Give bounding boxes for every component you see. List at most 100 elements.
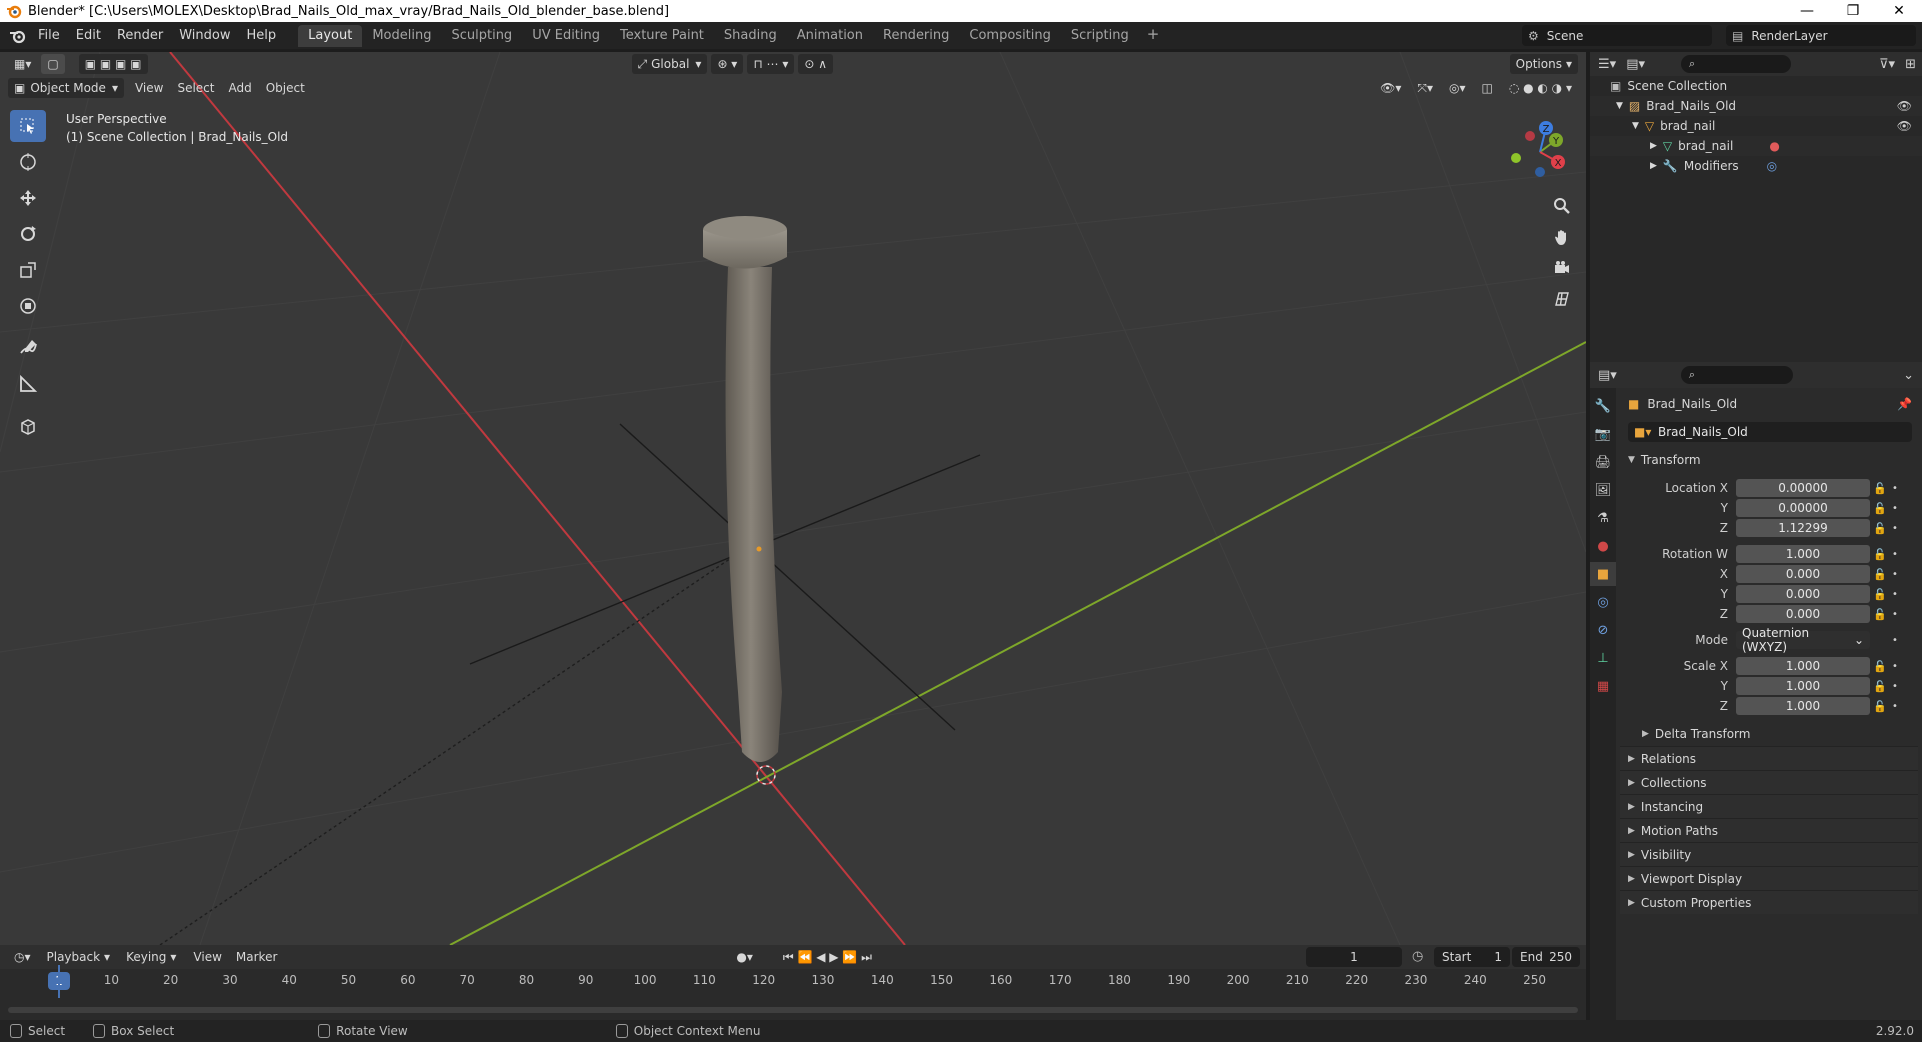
menu-object[interactable]: Object [259, 81, 312, 95]
pivot-point-dropdown[interactable]: ⊛ ▾ [711, 54, 744, 74]
lock-icon[interactable]: 🔓 [1870, 568, 1890, 581]
outliner-scene-collection[interactable]: ▣ Scene Collection [1590, 76, 1922, 96]
expand-arrow-icon[interactable]: ▼ [1632, 121, 1639, 131]
restore-button[interactable]: ❐ [1830, 0, 1876, 22]
selection-mode-icons[interactable]: ▣ ▣ ▣ ▣ [78, 54, 148, 74]
timeline-editor-type-icon[interactable]: ◷▾ [8, 947, 37, 967]
pan-hand-icon[interactable] [1548, 223, 1576, 251]
menu-add[interactable]: Add [221, 81, 258, 95]
properties-search-input[interactable]: ⌕ [1680, 366, 1793, 384]
relations-panel-header[interactable]: ▶ Relations [1620, 746, 1918, 770]
new-collection-icon[interactable]: ⊞ [1905, 57, 1916, 72]
menu-render[interactable]: Render [109, 25, 171, 47]
lock-icon[interactable]: 🔓 [1870, 588, 1890, 601]
lock-icon[interactable]: 🔓 [1870, 608, 1890, 621]
display-mode-icon[interactable]: ▤▾ [1626, 57, 1645, 72]
lock-icon[interactable]: 🔓 [1870, 522, 1890, 535]
object-data-tab-icon[interactable]: ⊥ [1590, 646, 1616, 670]
tab-texture-paint[interactable]: Texture Paint [610, 25, 714, 47]
zoom-icon[interactable] [1548, 192, 1576, 220]
outliner-editor-type-icon[interactable]: ☰▾ [1598, 57, 1616, 72]
annotate-tool-icon[interactable] [10, 332, 46, 364]
minimize-button[interactable]: — [1784, 0, 1830, 22]
modifier-tab-icon[interactable]: ◎ [1590, 590, 1616, 614]
view-layer-tab-icon[interactable]: 🖼 [1590, 478, 1616, 502]
options-dropdown[interactable]: Options ▾ [1509, 54, 1578, 74]
rotate-tool-icon[interactable] [10, 218, 46, 250]
constraints-tab-icon[interactable]: ⊘ [1590, 618, 1616, 642]
select-tool-icon[interactable]: ▢ [41, 54, 65, 74]
properties-editor-type-icon[interactable]: ▤▾ [1598, 368, 1617, 383]
visibility-panel-header[interactable]: ▶ Visibility [1620, 842, 1918, 866]
location-z-field[interactable]: 1.12299 [1736, 519, 1870, 537]
outliner-row-mesh-data[interactable]: ▶ ▽ brad_nail ● [1590, 136, 1922, 156]
expand-arrow-icon[interactable]: ▼ [1616, 101, 1623, 111]
output-tab-icon[interactable]: 🖨 [1590, 450, 1616, 474]
location-x-field[interactable]: 0.00000 [1736, 479, 1870, 497]
collections-panel-header[interactable]: ▶ Collections [1620, 770, 1918, 794]
outliner-search-input[interactable]: ⌕ [1681, 55, 1791, 73]
custom-properties-panel-header[interactable]: ▶ Custom Properties [1620, 890, 1918, 914]
add-cube-tool-icon[interactable] [10, 410, 46, 442]
texture-tab-icon[interactable]: ▦ [1590, 674, 1616, 698]
tab-modeling[interactable]: Modeling [362, 25, 441, 47]
eye-icon[interactable]: 👁 [1897, 119, 1912, 133]
keyframe-dot-icon[interactable]: • [1890, 661, 1900, 672]
gizmo-toggle-icon[interactable]: ⤧▾ [1411, 78, 1439, 98]
outliner[interactable]: ☰▾ ▤▾ ⌕ ⊽▾ ⊞ ▣ Scene Collection ▼ ▨ Brad… [1590, 52, 1922, 362]
lock-icon[interactable]: 🔓 [1870, 548, 1890, 561]
playback-controls[interactable]: ⏮ ⏪ ◀ ▶ ⏩ ⏭ [777, 947, 878, 967]
rotation-mode-dropdown[interactable]: Quaternion (WXYZ) ⌄ [1736, 626, 1870, 654]
outliner-row-collection[interactable]: ▼ ▨ Brad_Nails_Old 👁 [1590, 96, 1922, 116]
view-layer-selector[interactable]: ▤ RenderLayer [1726, 25, 1916, 46]
add-workspace-button[interactable]: + [1139, 25, 1168, 47]
tool-tab-icon[interactable]: 🔧 [1590, 394, 1616, 418]
transform-panel-header[interactable]: ▼ Transform [1620, 448, 1918, 472]
close-button[interactable]: ✕ [1876, 0, 1922, 22]
timeline-editor[interactable]: ◷▾ Playback ▾ Keying ▾ View Marker ●▾ ⏮ ⏪ … [0, 945, 1586, 1020]
keyframe-dot-icon[interactable]: • [1890, 609, 1900, 620]
shading-mode-icons[interactable]: ◌ ● ◐ ◑ ▾ [1503, 78, 1578, 98]
menu-edit[interactable]: Edit [68, 25, 109, 47]
transform-tool-icon[interactable] [10, 290, 46, 322]
chevron-down-icon[interactable]: ⌄ [1903, 368, 1914, 383]
move-tool-icon[interactable] [10, 182, 46, 214]
lock-icon[interactable]: 🔓 [1870, 502, 1890, 515]
location-y-field[interactable]: 0.00000 [1736, 499, 1870, 517]
current-frame-field[interactable]: 1 [1306, 947, 1402, 967]
instancing-panel-header[interactable]: ▶ Instancing [1620, 794, 1918, 818]
menu-file[interactable]: File [30, 25, 68, 47]
properties-editor[interactable]: ▤▾ ⌕ ⌄ 🔧 📷 🖨 🖼 ⚗ ● ■ ◎ ⊘ ⊥ ▦ ■ Brad_Nail… [1590, 362, 1922, 1020]
keyframe-dot-icon[interactable]: • [1890, 569, 1900, 580]
timeline-scrollbar[interactable] [8, 1007, 1578, 1013]
rotation-w-field[interactable]: 1.000 [1736, 545, 1870, 563]
eye-icon[interactable]: 👁 [1897, 99, 1912, 113]
tab-animation[interactable]: Animation [787, 25, 873, 47]
mode-dropdown[interactable]: ▣ Object Mode ▾ [8, 78, 124, 98]
tab-layout[interactable]: Layout [298, 24, 363, 47]
tab-scripting[interactable]: Scripting [1061, 25, 1139, 47]
rotation-x-field[interactable]: 0.000 [1736, 565, 1870, 583]
measure-tool-icon[interactable] [10, 368, 46, 400]
timeline-marker-menu[interactable]: Marker [229, 950, 284, 964]
keying-menu[interactable]: Keying ▾ [120, 947, 182, 967]
stopwatch-icon[interactable]: ◷ [1412, 949, 1423, 964]
object-name-field[interactable]: ■▾ Brad_Nails_Old [1628, 422, 1912, 442]
keyframe-dot-icon[interactable]: • [1890, 503, 1900, 514]
keyframe-dot-icon[interactable]: • [1890, 701, 1900, 712]
cursor-tool-icon[interactable] [10, 146, 46, 178]
scale-y-field[interactable]: 1.000 [1736, 677, 1870, 695]
menu-select[interactable]: Select [170, 81, 221, 95]
menu-view[interactable]: View [128, 81, 170, 95]
editor-type-icon[interactable]: ▦▾ [8, 54, 37, 74]
visibility-icon[interactable]: 👁▾ [1374, 78, 1407, 98]
keyframe-dot-icon[interactable]: • [1890, 681, 1900, 692]
pin-icon[interactable]: 📌 [1897, 397, 1912, 411]
timeline-ruler[interactable]: 1 10203040506070809010011012013014015016… [0, 971, 1586, 993]
scale-x-field[interactable]: 1.000 [1736, 657, 1870, 675]
camera-view-icon[interactable] [1548, 254, 1576, 282]
blender-menu-icon[interactable] [6, 26, 30, 46]
xray-icon[interactable]: ◫ [1475, 78, 1498, 98]
end-frame-field[interactable]: End 250 [1512, 947, 1580, 967]
motion-paths-panel-header[interactable]: ▶ Motion Paths [1620, 818, 1918, 842]
